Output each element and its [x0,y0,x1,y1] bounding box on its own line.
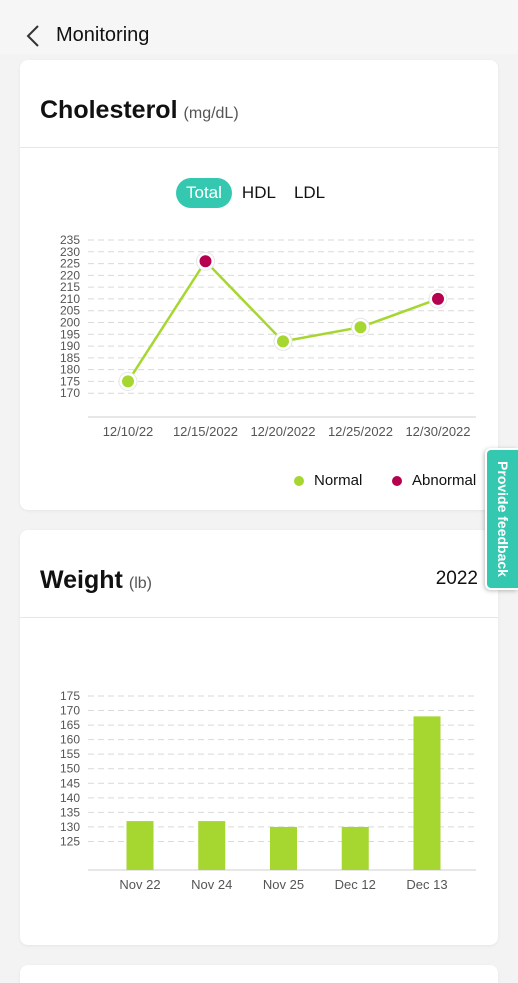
weight-bar-chart: 125130135140145150155160165170175 Nov 22 N… [60,689,476,892]
y-tick-label: 125 [60,834,80,848]
x-tick-label: 12/25/2022 [328,424,393,439]
next-card [20,965,498,983]
x-tick-label: 12/30/2022 [405,424,470,439]
bar [126,821,154,870]
data-point [277,335,289,348]
y-tick-label: 235 [60,233,80,247]
legend-abnormal-label: Abnormal [412,472,477,489]
y-tick-label: 165 [60,718,80,732]
y-tick-label: 150 [60,762,80,776]
weight-card: Weight (lb) 2022 125 130 135 140 145 150 155 160… [20,530,498,945]
bar [413,716,441,870]
cholesterol-line-chart: 1701751801851901952002052102152202252302… [60,233,476,439]
bar [341,826,369,870]
provide-feedback-label: Provide feedback [494,461,511,577]
y-tick-label: 135 [60,805,80,819]
data-point [354,321,367,334]
legend-normal: Normal [294,472,362,489]
legend-normal-dot [294,475,304,486]
cholesterol-card: Cholesterol (mg/dL) Total HDL LDL 170 175 1… [20,60,498,510]
x-tick-label: 12/15/2022 [173,424,238,439]
back-arrow-icon[interactable] [22,22,46,50]
y-tick-label: 160 [60,733,80,747]
x-tick-label: Nov 24 [191,877,232,892]
y-tick-label: 170 [60,704,80,718]
legend-normal-label: Normal [314,472,363,489]
data-point [122,375,134,388]
data-point [199,255,212,268]
x-tick-label: 12/10/22 [103,424,154,439]
series-line [126,259,439,383]
bar [198,821,226,870]
page-title: Monitoring [56,24,150,46]
x-tick-label: 12/20/2022 [250,424,315,439]
y-tick-label: 155 [60,747,80,761]
legend-abnormal: Abnormal [392,472,476,489]
x-tick-label: Dec 13 [406,877,447,892]
x-tick-label: Dec 12 [335,877,376,892]
provide-feedback-button[interactable]: Provide feedback [485,448,518,590]
top-bar: Monitoring [0,0,518,54]
legend-abnormal-dot [392,475,402,486]
y-tick-label: 140 [60,791,80,805]
x-tick-label: Nov 22 [119,877,160,892]
y-tick-label: 130 [60,820,80,834]
bar [270,826,297,870]
y-tick-label: 145 [60,776,80,790]
data-point [432,292,444,305]
y-tick-label: 175 [60,689,80,703]
x-tick-label: Nov 25 [263,877,304,892]
